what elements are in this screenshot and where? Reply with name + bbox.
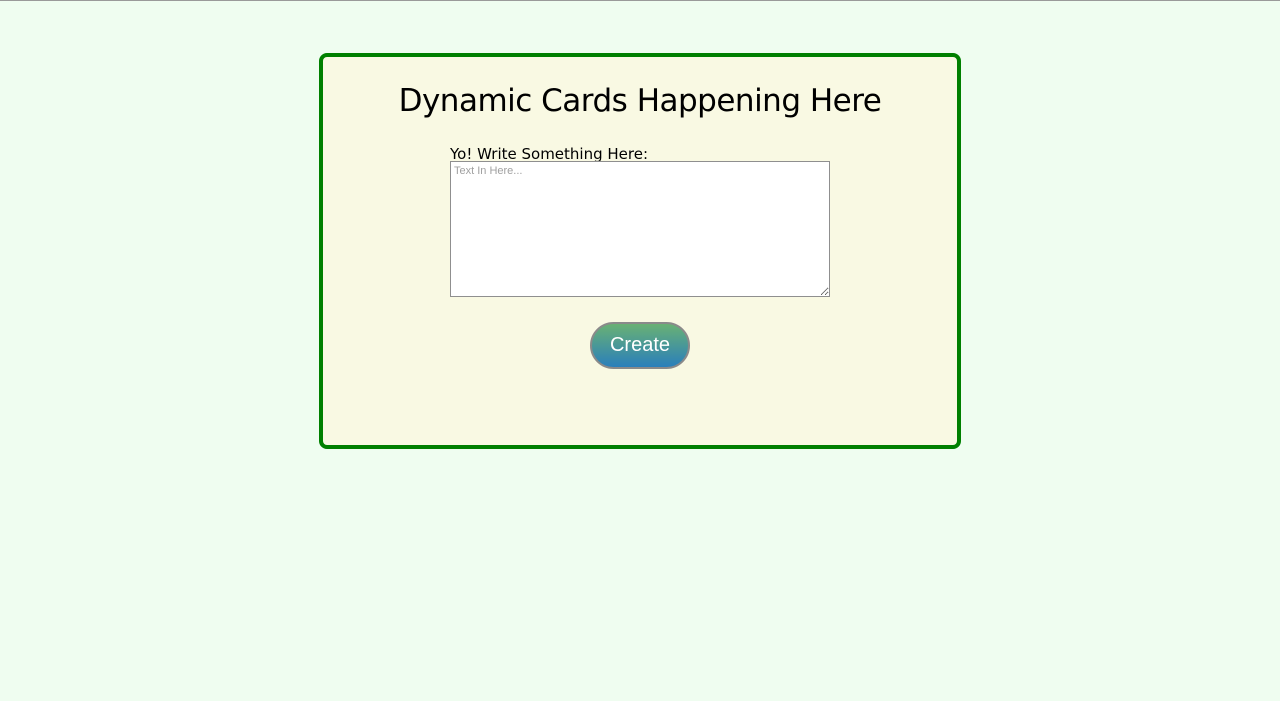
card-form: Dynamic Cards Happening Here Yo! Write S… [319,53,961,449]
card-text-input[interactable] [450,161,830,297]
create-button[interactable]: Create [590,322,690,369]
page-title: Dynamic Cards Happening Here [398,83,882,119]
